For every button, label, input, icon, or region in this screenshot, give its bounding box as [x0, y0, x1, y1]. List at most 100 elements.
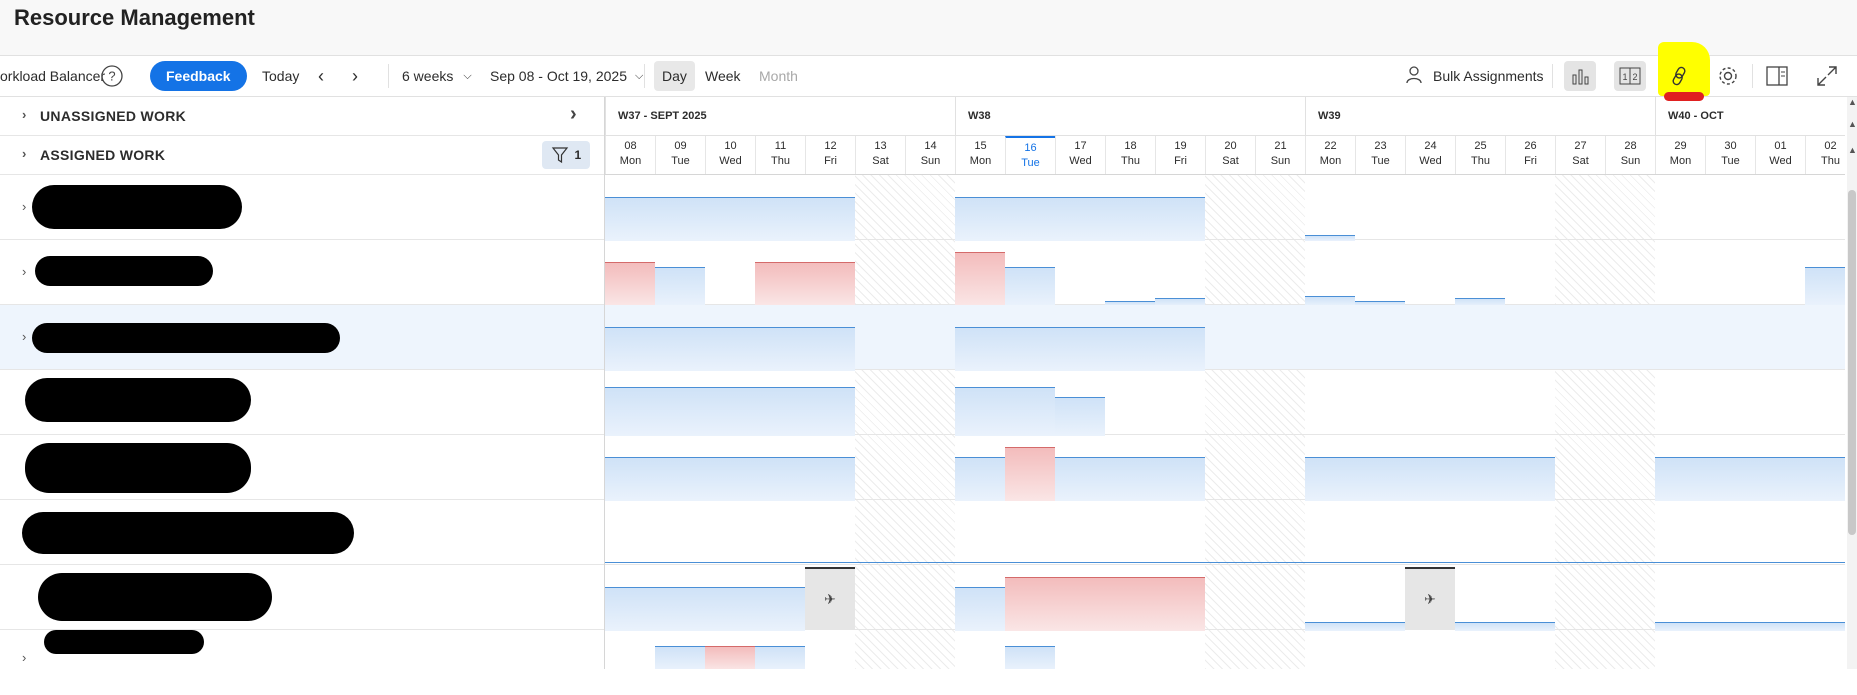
day-header: 27 Sat	[1555, 136, 1605, 174]
overallocation-bar[interactable]	[755, 262, 855, 306]
day-header: 20 Sat	[1205, 136, 1255, 174]
resource-row[interactable]: ›	[0, 175, 604, 240]
allocation-row[interactable]	[605, 305, 1845, 371]
allocation-row[interactable]	[605, 175, 1845, 241]
allocation-bar[interactable]	[605, 327, 855, 371]
allocation-bar[interactable]	[1005, 646, 1055, 669]
svg-text:2: 2	[1632, 72, 1637, 82]
feedback-button[interactable]: Feedback	[150, 61, 247, 91]
allocation-row[interactable]	[605, 435, 1845, 501]
redacted-name	[35, 256, 213, 286]
allocation-bar[interactable]	[1005, 267, 1055, 306]
day-number: 13	[874, 140, 887, 152]
day-number: 08	[624, 140, 637, 152]
resource-row[interactable]	[0, 370, 604, 435]
time-off-cell[interactable]: ✈	[1405, 567, 1455, 630]
day-of-week: Wed	[1769, 155, 1792, 167]
day-of-week: Wed	[719, 155, 742, 167]
date-range-picker[interactable]: Sep 08 - Oct 19, 2025 ⌵	[490, 56, 643, 96]
bar-chart-icon[interactable]	[1564, 61, 1596, 91]
day-header: 15 Mon	[955, 136, 1005, 174]
allocation-bar[interactable]	[955, 587, 1005, 631]
redacted-name	[38, 573, 272, 621]
allocation-row[interactable]	[605, 500, 1845, 565]
allocation-bar[interactable]	[605, 387, 855, 436]
scrollbar-thumb[interactable]	[1848, 190, 1856, 535]
expand-icon[interactable]	[1811, 61, 1843, 91]
day-header: 30 Tue	[1705, 136, 1755, 174]
chevron-right-icon[interactable]: ›	[22, 146, 27, 161]
chevron-right-icon[interactable]: ›	[22, 329, 26, 344]
overallocation-bar[interactable]	[1005, 447, 1055, 501]
resource-row[interactable]	[0, 500, 604, 565]
day-header: 23 Tue	[1355, 136, 1405, 174]
overallocation-bar[interactable]	[705, 646, 755, 669]
allocation-bar[interactable]	[605, 197, 855, 241]
today-button[interactable]: Today	[262, 56, 299, 96]
day-number: 26	[1524, 140, 1537, 152]
overallocation-bar[interactable]	[605, 262, 655, 306]
unassigned-work-header[interactable]: › UNASSIGNED WORK ›	[0, 97, 604, 136]
allocation-bar[interactable]	[955, 327, 1205, 371]
scroll-up-icon[interactable]: ▲	[1848, 97, 1857, 107]
overallocation-bar[interactable]	[1005, 577, 1205, 631]
allocation-row[interactable]	[605, 370, 1845, 436]
allocation-bar[interactable]	[655, 267, 705, 306]
view-month-button[interactable]: Month	[759, 56, 798, 96]
split-view-icon[interactable]: 12	[1614, 61, 1646, 91]
link-icon[interactable]	[1663, 61, 1695, 91]
resource-row[interactable]: ›	[0, 305, 604, 370]
day-number: 16	[1024, 142, 1037, 154]
chevron-right-icon[interactable]: ›	[352, 56, 358, 96]
allocation-bar[interactable]	[605, 457, 855, 501]
week-header: W39	[1305, 97, 1655, 135]
chevron-right-icon[interactable]: ›	[570, 103, 577, 126]
bulk-assignments-button[interactable]: Bulk Assignments	[1405, 56, 1544, 96]
day-of-week: Wed	[1069, 155, 1092, 167]
allocation-bar[interactable]	[955, 387, 1055, 436]
chevron-right-icon[interactable]: ›	[22, 107, 27, 122]
week-header: W40 - OCT	[1655, 97, 1845, 135]
scroll-up-icon[interactable]: ▲	[1848, 119, 1857, 129]
allocation-bar[interactable]	[605, 587, 805, 631]
side-panel-icon[interactable]	[1761, 61, 1793, 91]
allocation-bar[interactable]	[1655, 457, 1845, 501]
allocation-bar[interactable]	[1805, 267, 1845, 306]
allocation-bar[interactable]	[955, 457, 1005, 501]
redacted-name	[32, 185, 242, 229]
allocation-bar[interactable]	[1055, 457, 1205, 501]
day-of-week: Sun	[1270, 155, 1291, 167]
allocation-row[interactable]: ✈ ✈	[605, 565, 1845, 631]
allocation-row[interactable]	[605, 240, 1845, 306]
divider	[1552, 64, 1553, 88]
chevron-right-icon[interactable]: ›	[22, 650, 26, 665]
day-of-week: Sat	[872, 155, 889, 167]
scroll-up-icon[interactable]: ▲	[1848, 145, 1857, 155]
overallocation-bar[interactable]	[955, 252, 1005, 306]
allocation-bar[interactable]	[1305, 457, 1555, 501]
gear-icon[interactable]	[1712, 61, 1744, 91]
range-select[interactable]: 6 weeks ⌵	[402, 56, 472, 96]
view-week-button[interactable]: Week	[705, 56, 741, 96]
filter-button[interactable]: 1	[542, 141, 590, 169]
allocation-bar[interactable]	[955, 197, 1205, 241]
day-of-week: Thu	[1821, 155, 1840, 167]
chevron-right-icon[interactable]: ›	[22, 199, 26, 214]
allocation-bar[interactable]	[1055, 397, 1105, 436]
view-day-button[interactable]: Day	[654, 61, 695, 91]
chevron-right-icon[interactable]: ›	[22, 264, 26, 279]
allocation-row[interactable]	[605, 630, 1845, 669]
day-number: 29	[1674, 140, 1687, 152]
resource-row[interactable]: ›	[0, 630, 604, 695]
assigned-work-header[interactable]: › ASSIGNED WORK 1	[0, 136, 604, 175]
range-select-value: 6 weeks	[402, 68, 454, 84]
chevron-left-icon[interactable]: ‹	[318, 56, 324, 96]
help-icon[interactable]: ?	[100, 56, 124, 96]
user-assign-icon	[1405, 65, 1425, 88]
resource-row[interactable]: ›	[0, 240, 604, 305]
day-of-week: Sun	[1620, 155, 1641, 167]
resource-row[interactable]	[0, 565, 604, 630]
time-off-cell[interactable]: ✈	[805, 567, 855, 630]
day-number: 15	[974, 140, 987, 152]
resource-row[interactable]	[0, 435, 604, 500]
